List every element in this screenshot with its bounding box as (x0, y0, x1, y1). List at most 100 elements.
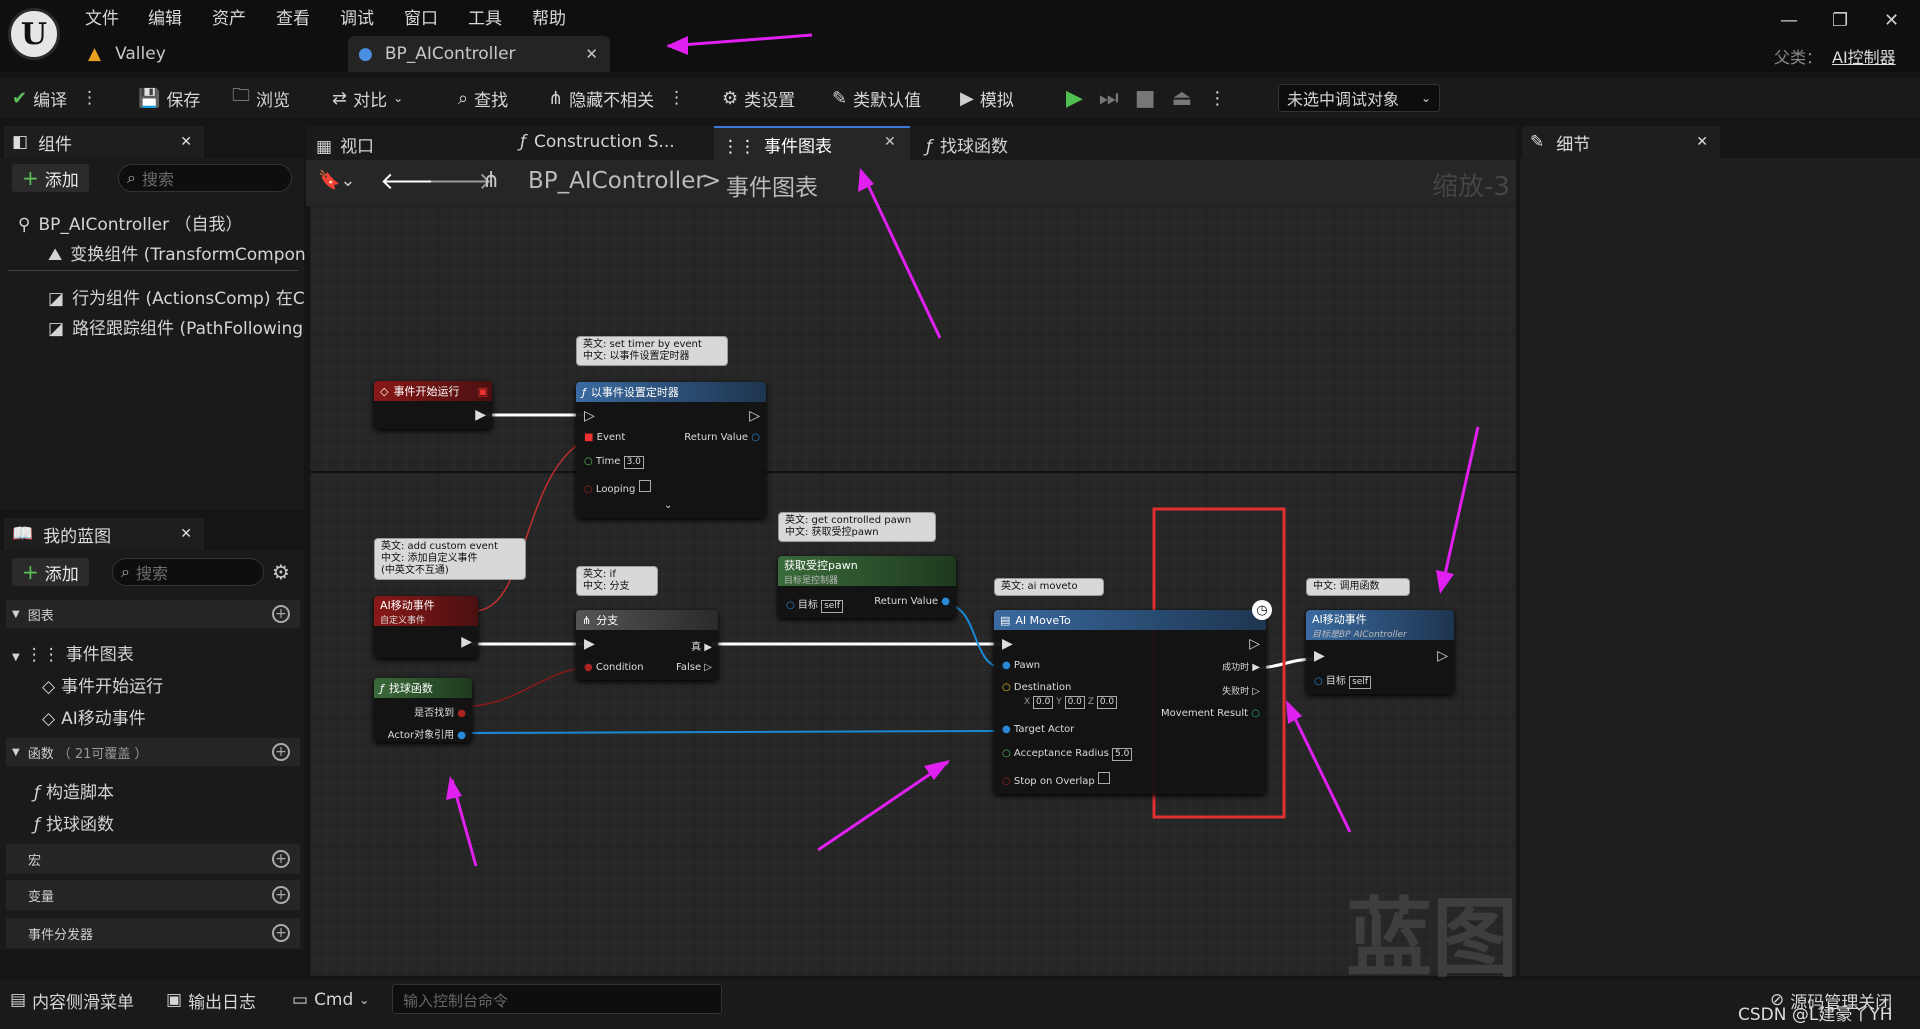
event-pin[interactable]: ■ Event (584, 432, 625, 443)
condition-pin[interactable]: ● Condition (584, 662, 644, 673)
node-header: 获取受控pawn 目标是控制器 (778, 556, 956, 586)
pin-label: Looping (595, 484, 636, 495)
stop-on-overlap-pin[interactable]: ○ Stop on Overlap (1002, 772, 1110, 787)
false-pin[interactable]: False ▷ (676, 662, 712, 673)
output-log-button[interactable]: ▣ 输出日志 (166, 986, 256, 1014)
dest-x-input[interactable]: 0.0 (1033, 696, 1054, 709)
branch-icon: ⋔ (582, 613, 592, 627)
found-pin[interactable]: 是否找到 ● (414, 704, 466, 719)
node-title: AI MoveTo (1015, 613, 1071, 627)
node-title: 找球函数 (388, 682, 433, 695)
comment-line: 中文: 分支 (583, 581, 630, 592)
annotation-arrow (817, 760, 949, 852)
annotation-arrow (1440, 426, 1480, 589)
fail-pin[interactable]: 失败时 ▷ (1222, 684, 1260, 697)
cmd-label: Cmd (314, 990, 354, 1010)
node-title: 分支 (596, 614, 619, 627)
pin-label: Condition (595, 662, 644, 673)
node-call-ai-move-event[interactable]: AI移动事件 目标是BP AIController ▶ ▷ ○ 目标 self (1306, 610, 1454, 694)
pin-label: Time (595, 456, 621, 467)
node-title: AI移动事件 (380, 598, 435, 612)
node-header: AI移动事件 自定义事件 (374, 596, 478, 626)
looping-checkbox[interactable] (638, 480, 651, 492)
exec-out-pin-icon[interactable]: ▷ (749, 408, 760, 424)
exec-out-pin-icon[interactable]: ▷ (1249, 636, 1260, 652)
node-header: ƒ 找球函数 (374, 678, 472, 698)
content-drawer-label: 内容侧滑菜单 (32, 992, 135, 1013)
event-icon: ◇ (380, 384, 389, 398)
node-header: ◇ 事件开始运行 ▣ (374, 381, 492, 401)
overlap-checkbox[interactable] (1097, 772, 1110, 784)
radius-input[interactable]: 5.0 (1112, 748, 1133, 761)
actor-ref-pin[interactable]: Actor对象引用 ● (388, 726, 466, 741)
target-pin[interactable]: ○ 目标 self (786, 596, 844, 613)
dest-z-input[interactable]: 0.0 (1096, 696, 1118, 709)
node-header: AI移动事件 目标是BP AIController (1306, 610, 1454, 640)
console-command-input[interactable]: 输入控制台命令 (392, 984, 722, 1014)
comment-line: (中英文不互通) (381, 565, 449, 576)
cmd-dropdown[interactable]: ▭ Cmd ⌄ (292, 986, 369, 1014)
return-value-pin[interactable]: Return Value ○ (684, 432, 760, 443)
object-wire (457, 730, 1003, 734)
node-find-ball-function[interactable]: ƒ 找球函数 是否找到 ● Actor对象引用 ● (374, 678, 472, 742)
node-title: 获取受控pawn (784, 558, 858, 572)
comment-line: 英文: add custom event (381, 541, 499, 552)
chevron-down-icon: ⌄ (359, 993, 370, 1007)
success-pin[interactable]: 成功时 ▶ (1222, 660, 1260, 673)
exec-in-pin-icon[interactable]: ▷ (584, 408, 595, 424)
exec-in-pin-icon[interactable]: ▶ (584, 636, 595, 652)
pin-label: Destination (1013, 682, 1072, 693)
node-get-controlled-pawn[interactable]: 获取受控pawn 目标是控制器 ○ 目标 self Return Value ● (778, 556, 956, 618)
time-pin[interactable]: ○ Time 3.0 (584, 456, 644, 469)
pin-label: Acceptance Radius (1013, 748, 1109, 759)
annotation-arrowhead (858, 168, 874, 192)
destination-pin[interactable]: ○ Destination (1002, 682, 1071, 693)
pin-label: Movement Result (1161, 708, 1249, 719)
true-pin[interactable]: 真 ▶ (691, 638, 712, 653)
return-value-pin[interactable]: Return Value ● (874, 596, 950, 607)
exec-out-pin-icon[interactable]: ▷ (1437, 648, 1448, 664)
self-input[interactable]: self (821, 600, 844, 613)
pin-label: Stop on Overlap (1013, 776, 1095, 787)
exec-in-pin-icon[interactable]: ▶ (1002, 636, 1013, 652)
comment-line: 英文: set timer by event (583, 339, 702, 350)
node-event-begin-play[interactable]: ◇ 事件开始运行 ▣ ▶ (374, 381, 492, 429)
delegate-pin-icon[interactable]: ▣ (478, 385, 488, 398)
node-ai-moveto[interactable]: ▤ AI MoveTo ▶ ▷ ● Pawn 成功时 ▶ ○ Destinatio… (994, 610, 1266, 794)
target-pin[interactable]: ○ 目标 self (1314, 672, 1372, 689)
node-title: 以事件设置定时器 (590, 386, 679, 399)
acceptance-radius-pin[interactable]: ○ Acceptance Radius 5.0 (1002, 748, 1133, 761)
node-header: ⋔ 分支 (576, 610, 718, 630)
looping-pin[interactable]: ○ Looping (584, 480, 651, 495)
node-icon: ▤ (1000, 613, 1011, 627)
annotation-arrowhead (446, 776, 462, 800)
pin-label: 真 (691, 642, 702, 653)
expand-chevron-icon[interactable]: ⌄ (664, 500, 672, 511)
pin-icon: ○ (751, 432, 760, 443)
time-input[interactable]: 3.0 (623, 456, 644, 469)
pin-label: Target Actor (1013, 724, 1075, 735)
credit-watermark: CSDN @L建豪丫YH (1738, 1005, 1893, 1025)
node-set-timer-by-event[interactable]: ƒ 以事件设置定时器 ▷ ▷ ■ Event Return Value ○ ○ T… (576, 382, 766, 518)
pin-icon: ● (1002, 724, 1011, 735)
target-actor-pin[interactable]: ● Target Actor (1002, 724, 1074, 735)
pin-label: Event (596, 432, 626, 443)
pin-label: Return Value (874, 596, 939, 607)
content-drawer-button[interactable]: ▤ 内容侧滑菜单 (10, 986, 134, 1014)
exec-out-pin-icon[interactable]: ▶ (461, 634, 472, 650)
movement-result-pin[interactable]: Movement Result ○ (1161, 708, 1260, 719)
annotation-arrowhead (1436, 570, 1454, 594)
destination-vector-inputs: X 0.0 Y 0.0 Z 0.0 (1024, 696, 1118, 709)
pin-icon: ○ (786, 600, 795, 611)
node-title: 事件开始运行 (393, 385, 460, 398)
pin-icon: ● (457, 730, 466, 741)
exec-out-pin-icon[interactable]: ▶ (475, 407, 486, 423)
self-input[interactable]: self (1349, 676, 1372, 689)
node-custom-event[interactable]: AI移动事件 自定义事件 ▶ (374, 596, 478, 658)
dest-y-input[interactable]: 0.0 (1064, 696, 1085, 709)
node-branch[interactable]: ⋔ 分支 ▶ 真 ▶ ● Condition False ▷ (576, 610, 718, 680)
event-wire (473, 436, 591, 612)
pawn-pin[interactable]: ● Pawn (1002, 660, 1040, 671)
exec-in-pin-icon[interactable]: ▶ (1314, 648, 1325, 664)
pin-label: 目标 (797, 600, 818, 611)
